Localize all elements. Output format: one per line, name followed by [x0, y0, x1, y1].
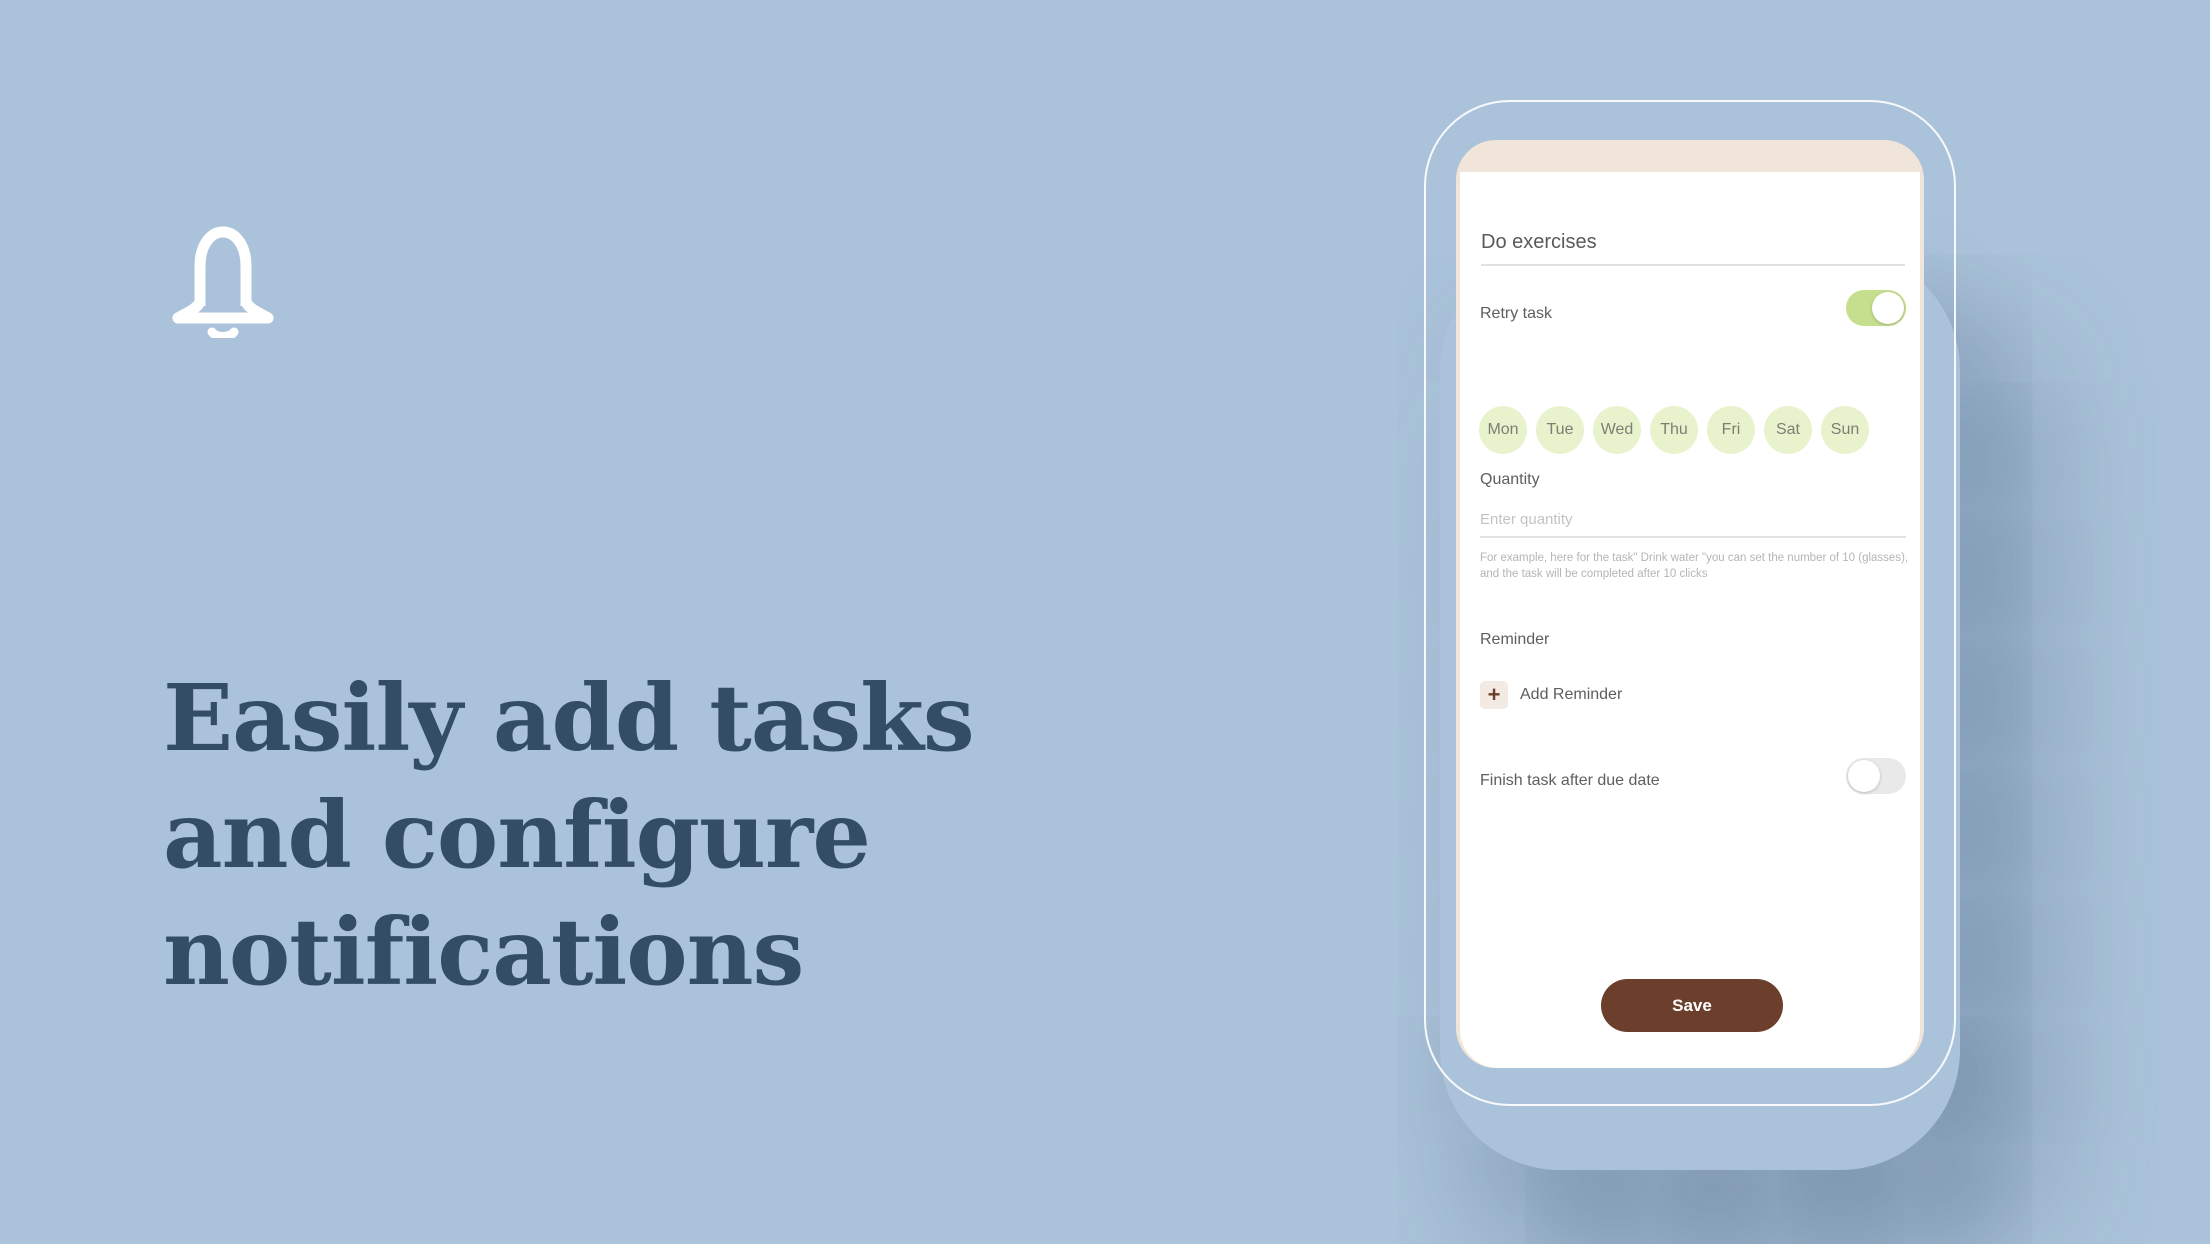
headline-line-1: Easily add tasks [163, 664, 975, 772]
retry-task-label: Retry task [1480, 305, 1553, 322]
day-chip-sat[interactable]: Sat [1764, 406, 1812, 454]
finish-after-due-toggle[interactable] [1846, 758, 1906, 794]
save-button[interactable]: Save [1601, 979, 1783, 1032]
headline-line-3: notifications [163, 898, 804, 1006]
add-reminder-button[interactable]: + Add Reminder [1480, 681, 1622, 709]
toggle-knob [1848, 760, 1880, 792]
add-reminder-label: Add Reminder [1520, 686, 1623, 703]
phone-screen: Retry task Mon Tue Wed Thu Fri Sat Sun Q… [1456, 140, 1924, 1068]
plus-icon: + [1480, 681, 1508, 709]
task-form: Retry task Mon Tue Wed Thu Fri Sat Sun Q… [1460, 172, 1920, 1068]
day-chip-mon[interactable]: Mon [1479, 406, 1527, 454]
weekday-selector: Mon Tue Wed Thu Fri Sat Sun [1479, 406, 1869, 454]
day-chip-tue[interactable]: Tue [1536, 406, 1584, 454]
retry-task-toggle[interactable] [1846, 290, 1906, 326]
task-title-input[interactable] [1481, 220, 1905, 266]
day-chip-fri[interactable]: Fri [1707, 406, 1755, 454]
day-chip-sun[interactable]: Sun [1821, 406, 1869, 454]
headline-line-2: and configure [163, 781, 871, 889]
quantity-hint: For example, here for the task" Drink wa… [1480, 552, 1909, 580]
finish-after-due-label: Finish task after due date [1480, 772, 1660, 789]
quantity-input[interactable] [1480, 502, 1906, 538]
day-chip-thu[interactable]: Thu [1650, 406, 1698, 454]
toggle-knob [1872, 292, 1904, 324]
reminder-label: Reminder [1480, 631, 1550, 648]
quantity-label: Quantity [1480, 471, 1540, 488]
day-chip-wed[interactable]: Wed [1593, 406, 1641, 454]
hero-headline: Easily add tasks and configure notificat… [163, 660, 1063, 1011]
bell-icon [172, 226, 274, 338]
